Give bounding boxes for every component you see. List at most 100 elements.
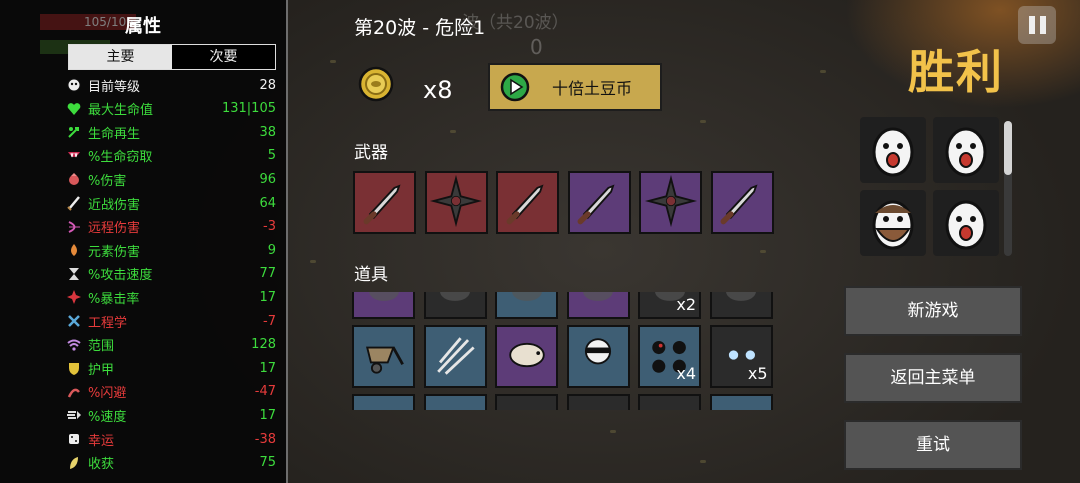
tab-secondary[interactable]: 次要 [172,45,275,69]
item-slot[interactable]: x2 [638,292,701,319]
character-slot[interactable] [933,117,999,183]
weapons-heading: 武器 [354,143,388,163]
ninja-icon [570,327,626,387]
range-icon [66,337,82,353]
item-icon [713,292,769,318]
item-icon [499,292,555,318]
item-slot[interactable] [495,325,558,388]
item-slot[interactable] [566,325,630,388]
egg-character-icon [945,200,987,250]
stat-value: 17 [259,407,276,423]
stat-label: %攻击速度 [88,268,153,284]
ranged-icon [66,219,82,235]
luck-icon [66,431,82,447]
new-game-button[interactable]: 新游戏 [844,286,1022,336]
stat-row: %暴击率 17 [66,286,276,308]
character-slot[interactable] [860,190,926,256]
pause-button[interactable] [1018,6,1056,44]
shuriken-icon [428,173,484,233]
elemental-icon [66,242,82,258]
stat-value: 75 [259,455,276,471]
item-slot[interactable] [423,394,487,410]
boost-coins-button[interactable]: 十倍土豆币 [488,63,662,111]
kill-counter-ghost: 0 [530,35,543,59]
weapon-slot[interactable] [424,171,488,234]
boost-coins-label: 十倍土豆币 [551,79,632,98]
shuriken-icon [643,173,699,233]
stat-label: 幸运 [88,433,115,449]
stat-row: 最大生命值 131|105 [66,98,276,120]
character-slot[interactable] [933,190,999,256]
weapon-slot[interactable] [353,171,416,234]
item-slot[interactable] [638,394,701,410]
item-icon [356,292,412,318]
item-slot[interactable] [566,292,630,319]
weapon-slot[interactable] [496,171,559,234]
item-slot[interactable] [709,394,773,410]
item-slot[interactable]: x4 [638,325,701,388]
item-slot[interactable] [566,394,630,410]
stat-value: 96 [259,171,276,187]
stat-row: %攻击速度 77 [66,263,276,285]
scrollbar-thumb[interactable] [1004,121,1012,175]
stat-label: %生命窃取 [88,150,153,166]
stat-row: 近战伤害 64 [66,192,276,214]
stats-tabs: 主要 次要 [68,44,276,70]
stat-value: 9 [267,242,276,258]
egg-character-icon [872,127,914,177]
item-slot[interactable] [352,292,415,319]
stat-row: 范围 128 [66,334,276,356]
character-scrollbar[interactable] [1004,121,1012,256]
lifesteal-icon [66,148,82,164]
knife-icon [571,173,627,233]
item-slot[interactable] [423,325,487,388]
main-menu-button[interactable]: 返回主菜单 [844,353,1022,403]
stat-label: 最大生命值 [88,103,154,119]
stat-row: 收获 75 [66,452,276,474]
tardigrade-icon [499,327,555,387]
stat-label: 目前等级 [88,79,141,95]
item-slot[interactable] [352,394,415,410]
coin-count: x8 [423,76,453,104]
stat-row: 元素伤害 9 [66,239,276,261]
items-heading: 道具 [354,265,388,285]
stat-label: 近战伤害 [88,197,141,213]
stat-label: 范围 [88,339,115,355]
stat-row: 护甲 17 [66,357,276,379]
stat-value: 17 [259,289,276,305]
item-slot[interactable] [495,394,558,410]
engineering-icon [66,313,82,329]
heart-icon [66,101,82,117]
item-slot[interactable] [495,292,558,319]
item-slot[interactable]: x5 [709,325,773,388]
retry-button[interactable]: 重试 [844,420,1022,470]
weapon-slot[interactable] [567,171,631,234]
egg-character-icon [945,127,987,177]
stat-label: %伤害 [88,173,127,189]
item-slot[interactable] [352,325,415,388]
stat-value: 5 [267,148,276,164]
regen-icon [66,124,82,140]
item-icon [570,292,626,318]
stats-panel: 105/105 属性 主要 次要 目前等级 28 最大生命值 131|105 生命再生 3… [0,0,288,483]
claw-icon [427,327,483,387]
character-slot[interactable] [860,117,926,183]
stat-label: 工程学 [88,315,128,331]
weapon-slot[interactable] [710,171,774,234]
item-slot[interactable] [423,292,487,319]
stat-value: 64 [259,195,276,211]
armor-icon [66,360,82,376]
crit-icon [66,289,82,305]
pause-icon [1028,16,1035,34]
tab-primary[interactable]: 主要 [69,45,172,69]
stat-label: %暴击率 [88,291,140,307]
item-slot[interactable] [709,292,773,319]
weapon-slot[interactable] [639,171,702,234]
item-icon [427,292,483,318]
melee-icon [66,195,82,211]
stat-label: %速度 [88,409,127,425]
stat-value: -7 [263,313,276,329]
stat-label: 收获 [88,457,115,473]
stats-title: 属性 [125,16,161,37]
stat-value: 28 [259,77,276,93]
